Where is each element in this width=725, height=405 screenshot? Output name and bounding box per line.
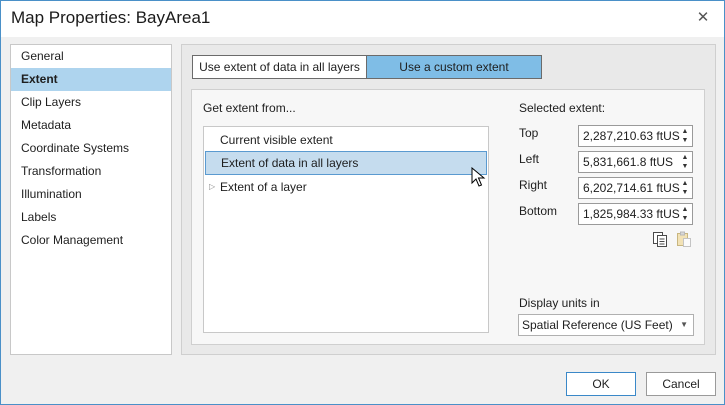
spin-up-icon[interactable]: ▲ <box>680 205 690 214</box>
display-units-value: Spatial Reference (US Feet) <box>522 318 673 332</box>
mouse-cursor-icon <box>471 167 486 187</box>
copy-icon[interactable] <box>652 231 668 247</box>
display-units-label: Display units in <box>519 296 600 310</box>
properties-nav-list: General Extent Clip Layers Metadata Coor… <box>10 44 172 355</box>
nav-item-labels[interactable]: Labels <box>11 206 171 229</box>
map-properties-dialog: Map Properties: BayArea1 ✕ General Exten… <box>0 0 725 405</box>
bottom-extent-field[interactable]: 1,825,984.33 ftUS ▲ ▼ <box>578 203 693 225</box>
spin-up-icon[interactable]: ▲ <box>680 153 690 162</box>
paste-icon[interactable] <box>676 231 692 247</box>
nav-item-general[interactable]: General <box>11 45 171 68</box>
top-label: Top <box>519 126 539 140</box>
extent-source-list: Current visible extent Extent of data in… <box>203 126 489 333</box>
right-extent-value: 6,202,714.61 ftUS <box>583 181 680 195</box>
display-units-dropdown[interactable]: Spatial Reference (US Feet) ▼ <box>518 314 694 336</box>
title-bar: Map Properties: BayArea1 ✕ <box>1 1 724 37</box>
spin-up-icon[interactable]: ▲ <box>680 127 690 136</box>
list-item-label: Extent of a layer <box>220 180 307 194</box>
right-extent-field[interactable]: 6,202,714.61 ftUS ▲ ▼ <box>578 177 693 199</box>
chevron-down-icon: ▼ <box>680 320 688 329</box>
right-label: Right <box>519 178 548 192</box>
spin-down-icon[interactable]: ▼ <box>680 214 690 223</box>
use-custom-extent-button[interactable]: Use a custom extent <box>367 56 541 78</box>
left-extent-value: 5,831,661.8 ftUS <box>583 155 674 169</box>
list-item-extent-all-layers[interactable]: Extent of data in all layers <box>205 151 487 175</box>
extent-mode-toggle: Use extent of data in all layers Use a c… <box>192 55 542 79</box>
ok-button[interactable]: OK <box>566 372 636 396</box>
list-item-extent-of-layer[interactable]: ▷ Extent of a layer <box>205 175 487 199</box>
nav-item-coordinate-systems[interactable]: Coordinate Systems <box>11 137 171 160</box>
nav-item-metadata[interactable]: Metadata <box>11 114 171 137</box>
bottom-extent-value: 1,825,984.33 ftUS <box>583 207 680 221</box>
list-item-current-visible-extent[interactable]: Current visible extent <box>205 128 487 152</box>
left-extent-field[interactable]: 5,831,661.8 ftUS ▲ ▼ <box>578 151 693 173</box>
spin-down-icon[interactable]: ▼ <box>680 162 690 171</box>
cancel-button[interactable]: Cancel <box>646 372 716 396</box>
spin-down-icon[interactable]: ▼ <box>680 188 690 197</box>
nav-item-illumination[interactable]: Illumination <box>11 183 171 206</box>
bottom-label: Bottom <box>519 204 558 218</box>
dialog-title: Map Properties: BayArea1 <box>11 8 211 27</box>
top-extent-field[interactable]: 2,287,210.63 ftUS ▲ ▼ <box>578 125 693 147</box>
nav-item-transformation[interactable]: Transformation <box>11 160 171 183</box>
selected-extent-label: Selected extent: <box>519 101 606 115</box>
nav-item-clip-layers[interactable]: Clip Layers <box>11 91 171 114</box>
use-all-layers-extent-button[interactable]: Use extent of data in all layers <box>193 56 367 78</box>
close-icon[interactable]: ✕ <box>695 10 711 26</box>
spin-down-icon[interactable]: ▼ <box>680 136 690 145</box>
expand-arrow-icon[interactable]: ▷ <box>209 175 215 199</box>
nav-item-extent[interactable]: Extent <box>11 68 171 91</box>
left-label: Left <box>519 152 540 166</box>
top-extent-value: 2,287,210.63 ftUS <box>583 129 680 143</box>
nav-item-color-management[interactable]: Color Management <box>11 229 171 252</box>
get-extent-label: Get extent from... <box>203 101 296 115</box>
spin-up-icon[interactable]: ▲ <box>680 179 690 188</box>
